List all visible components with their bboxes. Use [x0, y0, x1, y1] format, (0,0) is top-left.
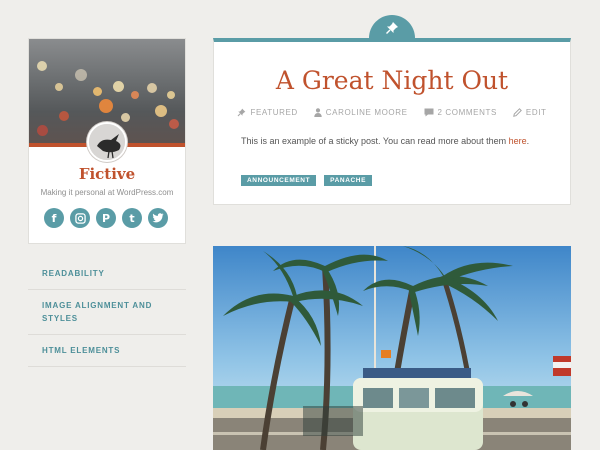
meta-featured[interactable]: Featured	[237, 108, 297, 117]
pinterest-icon[interactable]: P	[96, 208, 116, 228]
meta-author-label: Caroline Moore	[325, 108, 408, 117]
meta-author[interactable]: Caroline Moore	[314, 108, 408, 117]
excerpt-link[interactable]: here	[509, 136, 527, 146]
tag-panache[interactable]: Panache	[324, 175, 373, 186]
twitter-icon[interactable]	[148, 208, 168, 228]
comment-icon	[424, 108, 434, 117]
avatar[interactable]	[87, 122, 127, 162]
sidebar-item-label[interactable]: HTML Elements	[42, 346, 120, 355]
meta-featured-label: Featured	[250, 108, 298, 117]
beach-van-photo	[213, 246, 571, 450]
post-excerpt: This is an example of a sticky post. You…	[241, 136, 529, 146]
post-meta: Featured Caroline Moore 2 Comments Edit	[214, 108, 570, 117]
profile-card: Fictive Making it personal at WordPress.…	[28, 38, 186, 244]
user-icon	[314, 108, 322, 117]
site-tagline: Making it personal at WordPress.com	[40, 188, 174, 197]
sticky-post-card: A Great Night Out Featured Caroline Moor…	[213, 38, 571, 205]
site-title[interactable]: Fictive	[29, 165, 185, 183]
excerpt-text: This is an example of a sticky post. You…	[241, 136, 509, 146]
sidebar-item-label[interactable]: Image Alignment and Styles	[42, 301, 152, 323]
facebook-icon[interactable]: f	[44, 208, 64, 228]
post-title[interactable]: A Great Night Out	[214, 66, 570, 95]
post-tags: Announcement Panache	[241, 175, 373, 186]
meta-edit-label: Edit	[525, 108, 547, 117]
instagram-icon[interactable]	[70, 208, 90, 228]
avatar-bird-icon	[89, 124, 125, 160]
meta-comments-label: 2 Comments	[437, 108, 497, 117]
meta-edit[interactable]: Edit	[513, 108, 547, 117]
tag-announcement[interactable]: Announcement	[241, 175, 317, 186]
sidebar-item-label[interactable]: Readability	[42, 269, 105, 278]
social-links: f P t	[44, 208, 168, 228]
excerpt-end: .	[526, 136, 530, 146]
pin-icon	[237, 108, 246, 117]
sidebar-item-readability[interactable]: Readability	[28, 258, 186, 290]
tumblr-icon[interactable]: t	[122, 208, 142, 228]
pencil-icon	[513, 108, 522, 117]
meta-comments[interactable]: 2 Comments	[424, 108, 497, 117]
sidebar-item-image-alignment[interactable]: Image Alignment and Styles	[28, 290, 186, 335]
featured-post-image[interactable]	[213, 246, 571, 450]
pin-icon	[386, 22, 398, 34]
sidebar-nav: Readability Image Alignment and Styles H…	[28, 258, 186, 367]
sidebar-item-html-elements[interactable]: HTML Elements	[28, 335, 186, 367]
